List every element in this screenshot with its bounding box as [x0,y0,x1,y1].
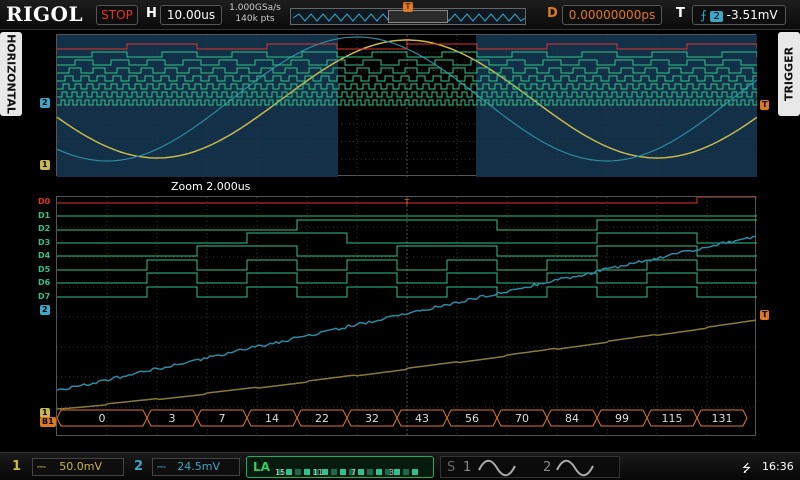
dc-coupling-icon: ⎓ [37,460,46,473]
trigger-source-badge: 2 [710,11,722,22]
trigger-position-marker[interactable]: T [403,2,413,12]
trigger-point-marker: T [404,38,410,47]
la-channel-led [295,469,301,475]
trigger-status[interactable]: ⨍ 2 -3.51mV [692,5,786,25]
memory-depth: 140k pts [226,14,284,25]
la-channel-led [286,469,292,475]
digital-trace [57,92,757,97]
bus-value: 3 [169,412,176,425]
zoom-timebase-label: Zoom 2.000us [171,180,250,193]
la-label: LA [253,460,270,474]
digital-trace [57,52,757,57]
horizontal-menu-tab[interactable]: HORIZONTAL [0,32,22,116]
bus-value: 70 [515,412,529,425]
zoom-waveform-plot: 0 3 7 14 22 32 43 56 70 84 99 115 131 T [57,197,757,437]
la-channel-led [403,469,409,475]
digital-trace [57,287,757,297]
horizontal-tab-label: HORIZONTAL [5,34,18,114]
zoom-trigger-marker[interactable]: T [760,310,769,320]
la-group-label: 11 [313,468,323,477]
zoom-ch2-marker[interactable]: 2 [40,305,50,315]
memory-map-window[interactable] [388,10,448,23]
ch2-offset-marker[interactable]: 2 [40,98,50,108]
digital-channel-label[interactable]: D4 [36,251,52,261]
logic-analyzer-status[interactable]: LA 15 11 7 3 [246,456,434,478]
la-group-label: 15 [275,468,285,477]
sine-wave-icon [477,458,517,478]
trigger-level: -3.51mV [727,8,778,22]
bus-value: 43 [415,412,429,425]
usb-icon: ⭍ [742,460,751,479]
clock: 16:36 [762,460,794,473]
bus-value: 0 [99,412,106,425]
memory-map-bar[interactable]: T [290,8,526,25]
la-channel-led [340,469,346,475]
bus-value: 56 [465,412,479,425]
la-group-label: 3 [389,468,394,477]
digital-channel-label[interactable]: D3 [36,238,52,248]
bus-value: 99 [615,412,629,425]
horizontal-label: H [146,6,157,21]
ch1-scale[interactable]: ⎓ 50.0mV [32,458,124,476]
horizontal-delay-value[interactable]: 0.00000000ps [562,5,662,25]
s-label: S [447,460,455,475]
oscilloscope-screen: RIGOL STOP H 10.00us 1.000GSa/s 140k pts… [0,0,800,480]
la-channel-led [304,469,310,475]
zoom-view[interactable]: 0 3 7 14 22 32 43 56 70 84 99 115 131 T [56,196,756,436]
trigger-label: T [676,6,685,21]
trigger-level-marker[interactable]: T [760,100,769,110]
ch2-scale-value: 24.5mV [177,460,220,473]
bus-value: 14 [265,412,279,425]
la-channel-led [331,469,337,475]
rising-edge-icon: ⨍ [700,8,706,22]
digital-channel-label[interactable]: D0 [36,197,52,207]
trigger-menu-tab[interactable]: TRIGGER [778,32,800,116]
source-selector[interactable]: S 1 2 [440,456,620,478]
ch2-scale[interactable]: ⎓ 24.5mV [152,458,240,476]
sample-rate: 1.000GSa/s [226,3,284,14]
main-waveform-plot: T [57,35,757,177]
digital-channel-label[interactable]: D7 [36,292,52,302]
la-group-label: 7 [351,468,356,477]
la-channel-led [412,469,418,475]
bus-value: 84 [565,412,579,425]
bus-value: 115 [662,412,683,425]
ch1-offset-marker[interactable]: 1 [40,160,50,170]
main-timebase-view[interactable]: T [56,34,756,176]
ch1-number[interactable]: 1 [12,459,21,474]
dc-coupling-icon: ⎓ [157,460,166,473]
la-channel-led [376,469,382,475]
la-channel-leds [277,460,421,479]
digital-channel-label[interactable]: D2 [36,224,52,234]
s2-label: 2 [543,460,551,475]
la-channel-led [394,469,400,475]
top-status-bar: RIGOL STOP H 10.00us 1.000GSa/s 140k pts… [0,0,800,30]
bus-value: 7 [219,412,226,425]
digital-channel-label[interactable]: D1 [36,211,52,221]
sample-rate-readout: 1.000GSa/s 140k pts [226,3,284,25]
bottom-status-bar: 1 ⎓ 50.0mV 2 ⎓ 24.5mV LA 15 11 7 3 S 1 2 [0,452,800,480]
digital-channel-label[interactable]: D5 [36,265,52,275]
la-channel-led [367,469,373,475]
bus1-marker[interactable]: B1 [40,417,56,427]
ch1-scale-value: 50.0mV [59,460,102,473]
sine-wave-icon [555,458,595,478]
bus-value: 22 [315,412,329,425]
timebase-value[interactable]: 10.00us [160,5,222,25]
bus-value: 131 [712,412,733,425]
s1-label: 1 [463,460,471,475]
ch2-number[interactable]: 2 [134,459,143,474]
run-stop-status[interactable]: STOP [96,5,138,25]
delay-label: D [547,6,558,21]
zoom-trigger-point: T [404,198,410,207]
brand-logo: RIGOL [6,2,83,26]
trigger-tab-label: TRIGGER [783,47,796,101]
bus-value: 32 [365,412,379,425]
digital-channel-label[interactable]: D6 [36,278,52,288]
la-channel-led [358,469,364,475]
